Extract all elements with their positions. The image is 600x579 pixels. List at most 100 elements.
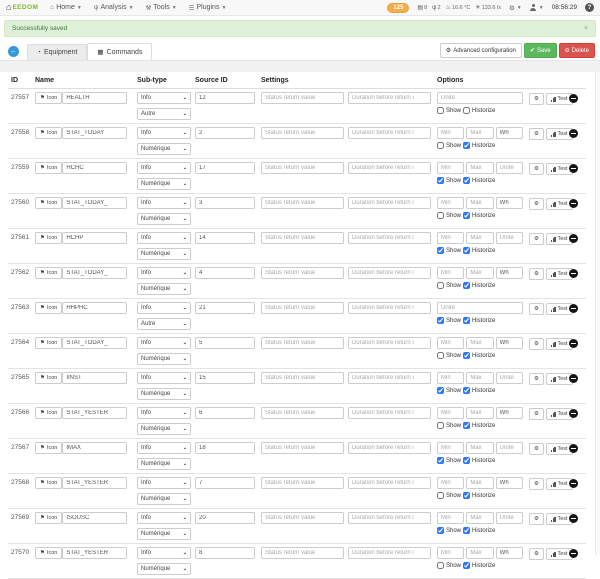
jeedom-logo[interactable]: ⌂ EEDOM [6, 3, 38, 12]
status-return-input[interactable] [261, 442, 344, 454]
command-name-input[interactable] [62, 442, 127, 454]
duration-return-input[interactable] [348, 372, 431, 384]
remove-command-icon[interactable] [569, 234, 578, 243]
subtype-select[interactable]: Numérique ⌄ [137, 248, 191, 260]
min-input[interactable] [437, 267, 465, 279]
min-input[interactable] [437, 512, 465, 524]
menu-analysis[interactable]: ψ Analysis ▼ [94, 4, 134, 11]
messages-status[interactable]: ▤ 8 [417, 4, 427, 12]
show-checkbox[interactable] [437, 457, 444, 464]
unit-input[interactable] [495, 162, 523, 174]
duration-return-input[interactable] [348, 337, 431, 349]
min-input[interactable] [437, 337, 465, 349]
command-configuration-button[interactable]: ⚙ [529, 513, 544, 525]
menu-tools[interactable]: ⚒ Tools ▼ [146, 4, 177, 12]
min-input[interactable] [437, 407, 465, 419]
show-checkbox[interactable] [437, 422, 444, 429]
command-configuration-button[interactable]: ⚙ [529, 268, 544, 280]
historize-checkbox[interactable] [463, 247, 471, 254]
unit-input[interactable] [437, 92, 523, 104]
command-configuration-button[interactable]: ⚙ [529, 478, 544, 490]
min-input[interactable] [437, 162, 465, 174]
remove-command-icon[interactable] [569, 444, 578, 453]
max-input[interactable] [466, 442, 494, 454]
source-id-input[interactable] [195, 302, 255, 314]
max-input[interactable] [466, 337, 494, 349]
choose-icon-button[interactable]: ⚑ Icon [35, 127, 63, 139]
choose-icon-button[interactable]: ⚑ Icon [35, 442, 63, 454]
historize-checkbox[interactable] [463, 352, 471, 359]
temperature-status[interactable]: ♨ 16.6 °C [446, 4, 471, 12]
type-select[interactable]: Info ⌄ [137, 372, 191, 384]
status-return-input[interactable] [261, 162, 344, 174]
remove-command-icon[interactable] [569, 409, 578, 418]
type-select[interactable]: Info ⌄ [137, 92, 191, 104]
command-configuration-button[interactable]: ⚙ [529, 338, 544, 350]
choose-icon-button[interactable]: ⚑ Icon [35, 162, 63, 174]
command-name-input[interactable] [62, 407, 127, 419]
max-input[interactable] [466, 512, 494, 524]
choose-icon-button[interactable]: ⚑ Icon [35, 337, 63, 349]
duration-return-input[interactable] [348, 162, 431, 174]
choose-icon-button[interactable]: ⚑ Icon [35, 512, 63, 524]
subtype-select[interactable]: Numérique ⌄ [137, 178, 191, 190]
show-checkbox[interactable] [437, 317, 444, 324]
type-select[interactable]: Info ⌄ [137, 407, 191, 419]
max-input[interactable] [466, 407, 494, 419]
source-id-input[interactable] [195, 407, 255, 419]
max-input[interactable] [466, 127, 494, 139]
unit-input[interactable] [495, 127, 523, 139]
return-button[interactable]: ← [8, 46, 19, 57]
command-name-input[interactable] [62, 337, 127, 349]
duration-return-input[interactable] [348, 512, 431, 524]
type-select[interactable]: Info ⌄ [137, 512, 191, 524]
show-checkbox[interactable] [437, 142, 444, 149]
duration-return-input[interactable] [348, 197, 431, 209]
historize-checkbox[interactable] [463, 212, 471, 219]
historize-checkbox[interactable] [463, 457, 471, 464]
max-input[interactable] [466, 232, 494, 244]
max-input[interactable] [466, 267, 494, 279]
command-name-input[interactable] [62, 302, 127, 314]
unit-input[interactable] [495, 197, 523, 209]
type-select[interactable]: Info ⌄ [137, 127, 191, 139]
source-id-input[interactable] [195, 337, 255, 349]
command-name-input[interactable] [62, 92, 127, 104]
type-select[interactable]: Info ⌄ [137, 302, 191, 314]
source-id-input[interactable] [195, 162, 255, 174]
duration-return-input[interactable] [348, 267, 431, 279]
choose-icon-button[interactable]: ⚑ Icon [35, 92, 63, 104]
remove-command-icon[interactable] [569, 199, 578, 208]
show-checkbox[interactable] [437, 352, 444, 359]
source-id-input[interactable] [195, 92, 255, 104]
historize-checkbox[interactable] [463, 177, 471, 184]
choose-icon-button[interactable]: ⚑ Icon [35, 302, 63, 314]
source-id-input[interactable] [195, 127, 255, 139]
menu-home[interactable]: ⌂ Home ▼ [50, 4, 82, 11]
show-checkbox[interactable] [437, 247, 444, 254]
show-checkbox[interactable] [437, 387, 444, 394]
menu-plugins[interactable]: ☰ Plugins ▼ [189, 4, 227, 12]
historize-checkbox[interactable] [463, 142, 471, 149]
show-checkbox[interactable] [437, 562, 444, 569]
show-checkbox[interactable] [437, 177, 444, 184]
type-select[interactable]: Info ⌄ [137, 267, 191, 279]
source-id-input[interactable] [195, 547, 255, 559]
status-return-input[interactable] [261, 512, 344, 524]
advanced-configuration-button[interactable]: ⚙ Advanced configuration [439, 43, 522, 58]
type-select[interactable]: Info ⌄ [137, 337, 191, 349]
duration-return-input[interactable] [348, 302, 431, 314]
command-configuration-button[interactable]: ⚙ [529, 233, 544, 245]
status-return-input[interactable] [261, 337, 344, 349]
remove-command-icon[interactable] [569, 514, 578, 523]
type-select[interactable]: Info ⌄ [137, 232, 191, 244]
command-configuration-button[interactable]: ⚙ [529, 548, 544, 560]
status-return-input[interactable] [261, 302, 344, 314]
command-name-input[interactable] [62, 547, 127, 559]
command-configuration-button[interactable]: ⚙ [529, 408, 544, 420]
subtype-select[interactable]: Autre ⌄ [137, 318, 191, 330]
status-return-input[interactable] [261, 407, 344, 419]
unit-input[interactable] [495, 337, 523, 349]
max-input[interactable] [466, 372, 494, 384]
show-checkbox[interactable] [437, 527, 444, 534]
